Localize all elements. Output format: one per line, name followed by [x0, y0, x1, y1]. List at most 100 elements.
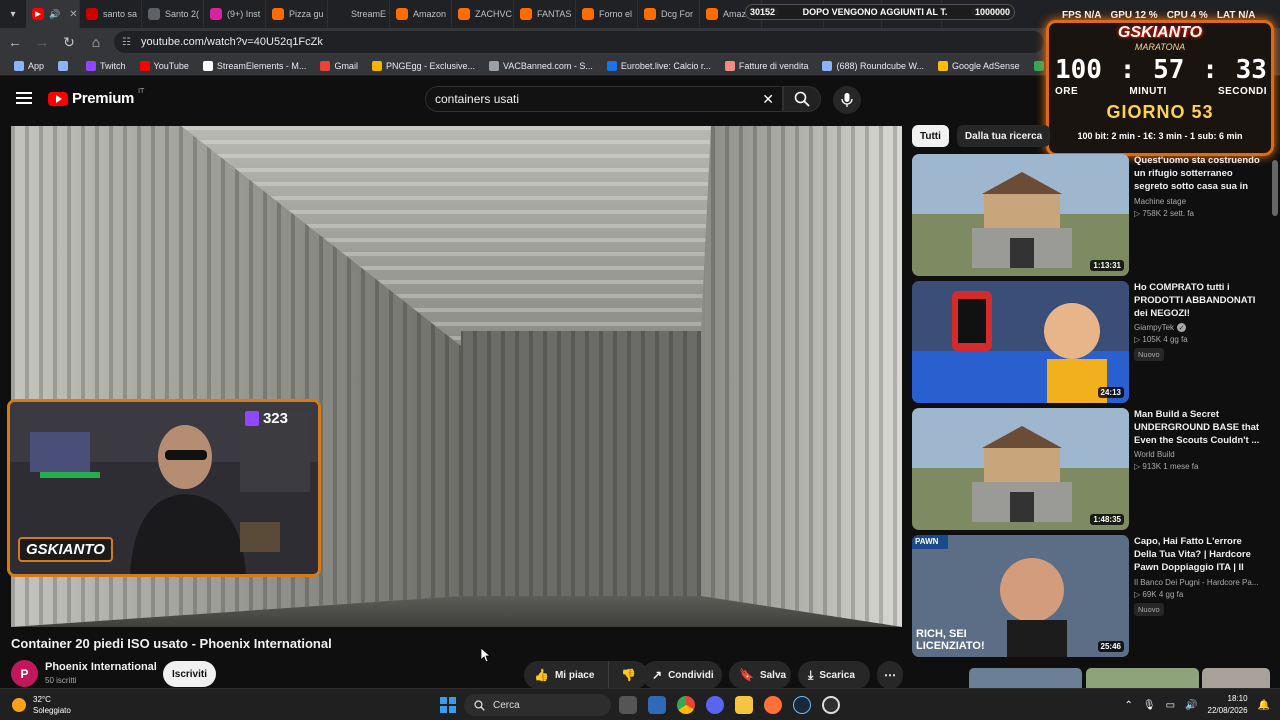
youtube-logo[interactable]: Premium IT — [48, 88, 144, 107]
thumbnail-partial[interactable] — [969, 668, 1082, 688]
browser-tab[interactable]: Forno el — [576, 0, 638, 28]
bookmark-item[interactable]: (688) Roundcube W... — [816, 60, 930, 71]
network-icon[interactable]: ▭ — [1166, 700, 1175, 711]
thumbs-up-icon: 👍 — [534, 668, 549, 682]
bookmark-item[interactable]: VACBanned.com - S... — [483, 60, 599, 71]
channel-name[interactable]: Phoenix International — [45, 661, 157, 673]
recommended-channel[interactable]: Il Banco Dei Pugni - Hardcore Pa... — [1134, 578, 1259, 587]
share-button[interactable]: ↗ Condividi — [642, 661, 722, 689]
recommended-title[interactable]: Quest'uomo sta costruendo un rifugio sot… — [1134, 154, 1266, 194]
like-label: Mi piace — [554, 669, 595, 681]
bookmark-item[interactable]: App — [8, 60, 50, 71]
firefox-icon[interactable] — [764, 696, 782, 714]
browser-tab[interactable]: FANTAS — [514, 0, 576, 28]
recommended-video[interactable]: 24:13 Ho COMPRATO tutti i PRODOTTI ABBAND… — [912, 281, 1270, 403]
home-icon[interactable]: ⌂ — [84, 30, 108, 54]
tab-search-button[interactable]: ▾ — [0, 0, 26, 28]
bookmark-item[interactable]: Twitch — [80, 60, 132, 71]
save-button[interactable]: 🔖 Salva — [729, 661, 791, 689]
subscribe-button[interactable]: Iscriviti — [163, 661, 216, 687]
voice-search-button[interactable] — [833, 86, 861, 114]
browser-tab[interactable]: Amazon — [390, 0, 452, 28]
save-label: Salva — [759, 669, 787, 681]
bookmark-item[interactable]: Eurobet.live: Calcio r... — [601, 60, 717, 71]
video-thumbnail[interactable]: 24:13 — [912, 281, 1129, 403]
timer-digits: 100 : 57 : 33 — [1055, 55, 1267, 85]
recommended-channel[interactable]: Machine stage — [1134, 197, 1186, 206]
forward-icon[interactable]: → — [30, 30, 54, 54]
weather-widget[interactable]: 32°C Soleggiato — [12, 694, 71, 716]
clear-search-icon[interactable]: ✕ — [762, 91, 774, 108]
close-tab-icon[interactable]: ✕ — [69, 9, 77, 20]
bookmark-item[interactable]: PNGEgg - Exclusive... — [366, 60, 481, 71]
video-thumbnail[interactable]: 1:48:35 — [912, 408, 1129, 530]
browser-tab[interactable]: Pizza gu — [266, 0, 328, 28]
task-view-icon[interactable] — [619, 696, 637, 714]
bookmark-item[interactable]: YouTube — [134, 60, 195, 71]
back-icon[interactable]: ← — [3, 30, 27, 54]
bookmark-item[interactable]: Google AdSense — [932, 60, 1026, 71]
bookmark-label: Fatture di vendita — [738, 60, 809, 71]
recommended-video[interactable]: 1:13:31 Quest'uomo sta costruendo un rifu… — [912, 154, 1270, 276]
microphone-tray-icon[interactable]: 🎙 — [1143, 700, 1156, 711]
browser-tab[interactable]: StreamE — [328, 0, 390, 28]
channel-avatar[interactable]: P — [11, 660, 38, 687]
clock-time: 18:10 — [1227, 694, 1248, 703]
menu-icon[interactable] — [16, 92, 32, 104]
search-icon — [474, 699, 485, 711]
obs-icon[interactable] — [822, 696, 840, 714]
volume-icon[interactable]: 🔊 — [1185, 700, 1197, 711]
reload-icon[interactable]: ↻ — [57, 30, 81, 54]
search-input[interactable]: containers usati ✕ — [425, 86, 783, 112]
site-info-icon[interactable]: ☷ — [122, 37, 131, 48]
bookmark-item[interactable] — [52, 60, 78, 71]
windows-start-icon[interactable] — [440, 697, 456, 713]
steam-icon[interactable] — [793, 696, 811, 714]
goal-text: DOPO VENGONO AGGIUNTI AL T. — [802, 7, 948, 17]
browser-tab[interactable]: ZACHVC — [452, 0, 514, 28]
bookmark-item[interactable]: Gmail — [314, 60, 364, 71]
bookmark-item[interactable]: Fatture di vendita — [719, 60, 815, 71]
address-bar[interactable]: ☷ youtube.com/watch?v=40U52q1FcZk — [114, 31, 1044, 53]
file-explorer-icon[interactable] — [735, 696, 753, 714]
like-button[interactable]: 👍 Mi piace — [524, 661, 608, 689]
tab-label: Amaz — [723, 9, 747, 19]
recommended-video[interactable]: PAWN RICH, SEI LICENZIATO! 25:46 Capo, Hai … — [912, 535, 1270, 657]
notifications-icon[interactable]: 🔔 — [1258, 700, 1270, 711]
download-button[interactable]: ⤓ Scarica — [798, 661, 870, 689]
recommended-title[interactable]: Man Build a Secret UNDERGROUND BASE that… — [1134, 408, 1266, 447]
bookmark-icon — [58, 60, 69, 71]
mute-icon[interactable]: 🔊 — [49, 9, 60, 20]
recommended-title[interactable]: Ho COMPRATO tutti i PRODOTTI ABBANDONATI… — [1134, 281, 1266, 320]
bookmark-item[interactable]: StreamElements - M... — [197, 60, 313, 71]
browser-tab[interactable]: (9+) Inst — [204, 0, 266, 28]
taskbar-search[interactable]: Cerca — [464, 694, 611, 716]
chip-all[interactable]: Tutti — [912, 125, 949, 147]
video-thumbnail[interactable]: 1:13:31 — [912, 154, 1129, 276]
thumbnail-partial[interactable] — [1202, 668, 1270, 688]
more-actions-button[interactable]: ⋯ — [877, 661, 903, 689]
sun-icon — [12, 698, 26, 712]
browser-tab[interactable]: santo sa — [80, 0, 142, 28]
tray-overflow-icon[interactable]: ⌃ — [1125, 700, 1133, 711]
browser-tab[interactable]: Dcg For — [638, 0, 700, 28]
sidebar-scrollbar[interactable] — [1272, 160, 1278, 216]
recommended-channel[interactable]: GiampyTek — [1134, 323, 1174, 332]
video-thumbnail[interactable]: PAWN RICH, SEI LICENZIATO! 25:46 — [912, 535, 1129, 657]
recommended-title[interactable]: Capo, Hai Fatto L'errore Della Tua Vita?… — [1134, 535, 1266, 575]
search-button[interactable] — [783, 86, 821, 112]
tab-active[interactable]: ▶ 🔊 ✕ — [26, 0, 80, 28]
recommended-channel[interactable]: World Build — [1134, 450, 1175, 459]
thumbnail-partial[interactable] — [1086, 668, 1199, 688]
browser-tab[interactable]: Santo 2( — [142, 0, 204, 28]
store-icon[interactable] — [648, 696, 666, 714]
discord-icon[interactable] — [706, 696, 724, 714]
video-duration: 25:46 — [1097, 641, 1124, 652]
recommended-video[interactable]: 1:48:35 Man Build a Secret UNDERGROUND BA… — [912, 408, 1270, 530]
clock[interactable]: 18:10 22/08/2026 — [1208, 693, 1248, 717]
chip-from-search[interactable]: Dalla tua ricerca — [956, 125, 1051, 147]
chrome-icon[interactable] — [677, 696, 695, 714]
timer-title: GSKIANTO — [1117, 24, 1203, 41]
timer-separator: : — [1202, 55, 1218, 85]
bookmark-icon — [86, 60, 97, 71]
